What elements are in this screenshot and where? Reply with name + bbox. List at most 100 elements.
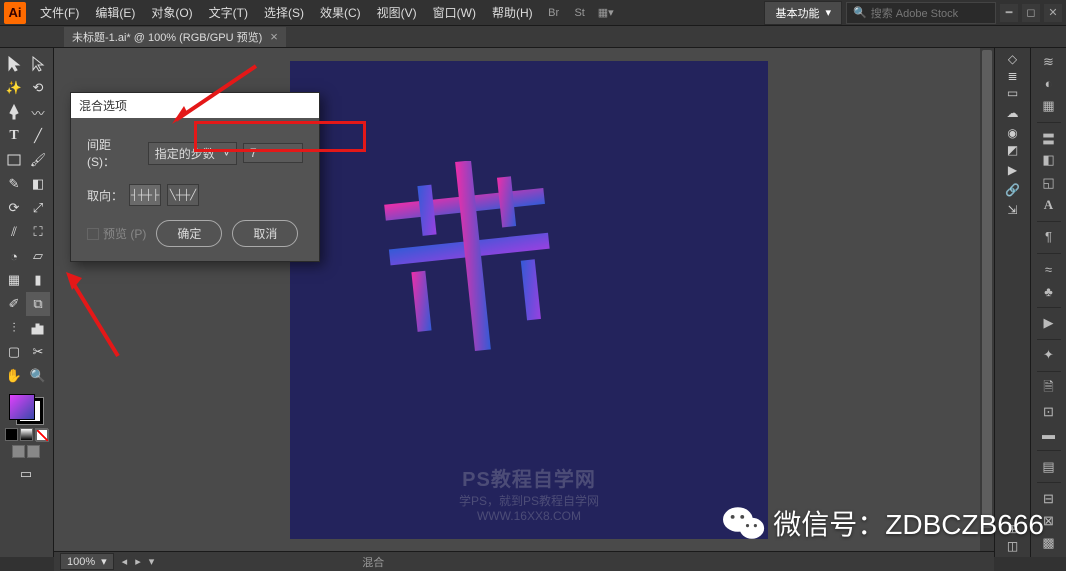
libraries-icon[interactable]: ☁ <box>1007 106 1019 120</box>
brushes-icon[interactable]: ≈ <box>1035 259 1063 278</box>
paragraph-icon[interactable]: ¶ <box>1035 227 1063 246</box>
draw-behind-icon[interactable] <box>27 445 40 458</box>
properties-icon[interactable]: ◇ <box>1008 52 1017 66</box>
ext-gradient-icon[interactable]: ◧ <box>1035 151 1063 170</box>
width-tool[interactable]: ⫽ <box>2 220 26 244</box>
ok-button[interactable]: 确定 <box>156 220 222 247</box>
fill-swatch-icon <box>9 394 35 420</box>
watermark-title: PS教程自学网 <box>459 463 599 492</box>
ext-color-icon[interactable]: ◐ <box>1035 74 1063 93</box>
color-mode-icon[interactable] <box>5 428 18 441</box>
type-tool[interactable]: T <box>2 124 26 148</box>
eraser-tool[interactable]: ◧ <box>26 172 50 196</box>
character-icon[interactable]: A <box>1035 195 1063 214</box>
shape-builder-tool[interactable]: ◔ <box>2 244 26 268</box>
hand-tool[interactable]: ✋ <box>2 364 26 388</box>
mesh-tool[interactable]: ▦ <box>2 268 26 292</box>
workspace-selector[interactable]: 基本功能 ▾ <box>764 1 842 25</box>
cancel-button[interactable]: 取消 <box>232 220 298 247</box>
paintbrush-tool[interactable]: 🖌 <box>26 148 50 172</box>
symbol-sprayer-tool[interactable]: ⫶ <box>2 316 26 340</box>
draw-normal-icon[interactable] <box>12 445 25 458</box>
menu-type[interactable]: 文字(T) <box>201 0 256 25</box>
selection-tool[interactable] <box>2 52 26 76</box>
perspective-tool[interactable]: ▱ <box>26 244 50 268</box>
search-input[interactable]: 🔍 搜索 Adobe Stock <box>846 2 996 24</box>
wechat-icon <box>723 505 765 541</box>
slice-tool[interactable]: ✂ <box>26 340 50 364</box>
arrange-icon[interactable]: ▦▾ <box>595 3 617 23</box>
layers-icon[interactable]: ≣ <box>1007 69 1017 83</box>
menu-window[interactable]: 窗口(W) <box>425 0 484 25</box>
fill-stroke-swatch[interactable] <box>9 394 43 424</box>
none-mode-icon[interactable] <box>35 428 48 441</box>
checkbox-icon <box>87 228 99 240</box>
orient-align-page-button[interactable]: ┤┼┼├ <box>129 184 161 206</box>
ext-transparency-icon[interactable]: ◱ <box>1035 173 1063 192</box>
pen-tool[interactable] <box>2 100 26 124</box>
artboard-tool[interactable]: ▢ <box>2 340 26 364</box>
gradient-mode-icon[interactable] <box>20 428 33 441</box>
magic-wand-tool[interactable]: ✨ <box>2 76 26 100</box>
menu-select[interactable]: 选择(S) <box>256 0 312 25</box>
menu-file[interactable]: 文件(F) <box>32 0 87 25</box>
zoom-tool[interactable]: 🔍 <box>26 364 50 388</box>
search-icon: 🔍 <box>853 6 867 19</box>
line-tool[interactable]: ╱ <box>26 124 50 148</box>
rotate-tool[interactable]: ⟳ <box>2 196 26 220</box>
blend-tool[interactable]: ⧉ <box>26 292 50 316</box>
column-graph-tool[interactable] <box>26 316 50 340</box>
appearance-icon[interactable]: ◉ <box>1007 126 1017 140</box>
attributes-icon[interactable]: ▬ <box>1035 425 1063 444</box>
lasso-tool[interactable]: ⟲ <box>26 76 50 100</box>
graphic-styles-icon[interactable]: ◩ <box>1007 143 1018 157</box>
nav-prev-icon[interactable]: ◂ <box>122 555 128 568</box>
direct-selection-tool[interactable] <box>26 52 50 76</box>
window-close[interactable]: ✕ <box>1044 4 1062 22</box>
menu-effect[interactable]: 效果(C) <box>312 0 369 25</box>
document-tab[interactable]: 未标题-1.ai* @ 100% (RGB/GPU 预览) × <box>64 27 286 47</box>
spacing-mode-select[interactable]: 指定的步数 ˅ <box>148 142 237 165</box>
artboards-icon[interactable]: ▭ <box>1007 86 1018 100</box>
navigator-icon[interactable]: ⊡ <box>1035 403 1063 422</box>
menu-edit[interactable]: 编辑(E) <box>87 0 143 25</box>
separations-icon[interactable]: ▤ <box>1035 457 1063 476</box>
window-minimize[interactable]: ━ <box>1000 4 1018 22</box>
rectangle-tool[interactable] <box>2 148 26 172</box>
zoom-selector[interactable]: 100% ▾ <box>60 553 114 570</box>
links-icon[interactable]: 🔗 <box>1005 183 1020 197</box>
ext-stroke-icon[interactable]: 〓 <box>1035 129 1063 148</box>
screen-mode-icon[interactable]: ▭ <box>14 462 38 486</box>
symbols-icon[interactable]: ♣ <box>1035 282 1063 301</box>
info-icon[interactable]: ✦ <box>1035 346 1063 365</box>
spacing-value-input[interactable] <box>243 143 303 163</box>
ext-layers-icon[interactable]: ≋ <box>1035 52 1063 71</box>
vertical-scrollbar[interactable] <box>980 48 994 557</box>
artboard-nav-icon[interactable]: ▾ <box>149 555 155 568</box>
stock-icon[interactable]: St <box>569 3 591 23</box>
shaper-tool[interactable]: ✎ <box>2 172 26 196</box>
ext-swatches-icon[interactable]: ▦ <box>1035 97 1063 116</box>
gradient-tool[interactable]: ▮ <box>26 268 50 292</box>
scale-tool[interactable]: ⤢ <box>26 196 50 220</box>
menu-view[interactable]: 视图(V) <box>369 0 425 25</box>
nav-next-icon[interactable]: ▸ <box>135 555 141 568</box>
preview-label: 预览 (P) <box>103 225 146 242</box>
eyedropper-tool[interactable]: ✐ <box>2 292 26 316</box>
vscroll-thumb[interactable] <box>982 50 992 528</box>
watermark-sub: 学PS，就到PS教程自学网 <box>459 492 599 509</box>
menu-object[interactable]: 对象(O) <box>143 0 200 25</box>
curvature-tool[interactable]: 〰 <box>26 100 50 124</box>
window-restore[interactable]: ◻ <box>1022 4 1040 22</box>
transform-icon[interactable]: ▶ <box>1035 314 1063 333</box>
orientation-label: 取向： <box>87 187 123 204</box>
bridge-icon[interactable]: Br <box>543 3 565 23</box>
free-transform-tool[interactable]: ⛶ <box>26 220 50 244</box>
menu-help[interactable]: 帮助(H) <box>484 0 541 25</box>
actions-icon[interactable]: ▶ <box>1008 163 1017 177</box>
preview-checkbox[interactable]: 预览 (P) <box>87 225 146 242</box>
orient-align-path-button[interactable]: ╲┼┼╱ <box>167 184 199 206</box>
doc-info-icon[interactable]: 🗎 <box>1035 378 1063 400</box>
tab-close-icon[interactable]: × <box>270 29 278 44</box>
asset-export-icon[interactable]: ⇲ <box>1007 203 1017 217</box>
